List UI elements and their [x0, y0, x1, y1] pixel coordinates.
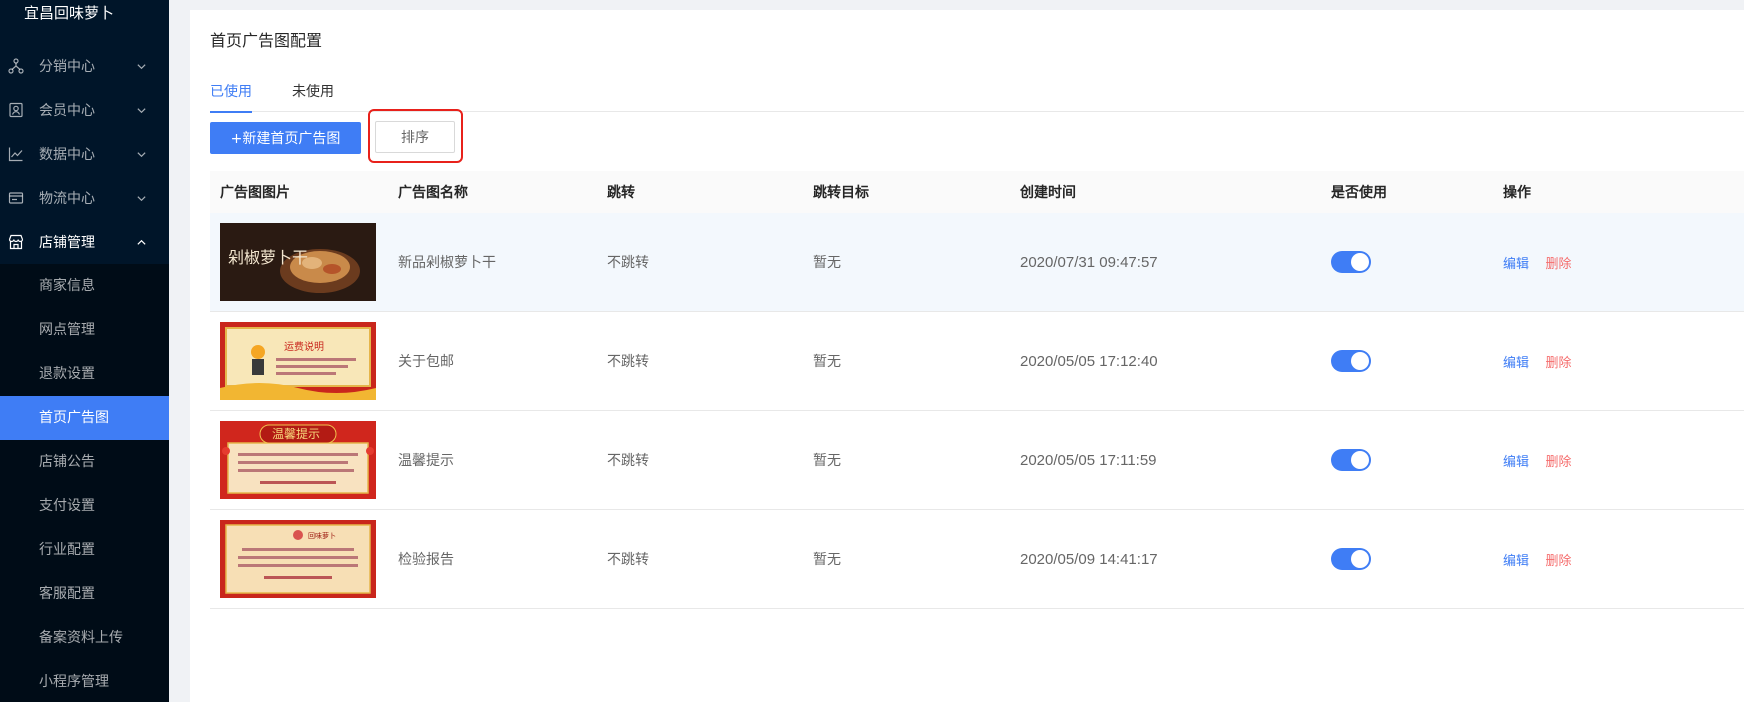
chevron-down-icon: [135, 148, 147, 160]
submenu-refund-settings[interactable]: 退款设置: [0, 352, 169, 396]
tab-not-in-use[interactable]: 未使用: [292, 72, 334, 112]
table-row: 剁椒萝卜干 新品剁椒萝卜干 不跳转 暂无 2020/07/31 09:47:57…: [210, 213, 1744, 312]
tab-in-use[interactable]: 已使用: [210, 72, 252, 113]
menu-member-center[interactable]: 会员中心: [0, 88, 169, 132]
target-value: 暂无: [813, 255, 841, 271]
jump-value: 不跳转: [607, 552, 649, 568]
chevron-down-icon: [135, 60, 147, 72]
header-jump: 跳转: [607, 185, 635, 201]
created-time: 2020/05/05 17:12:40: [1020, 352, 1158, 370]
created-time: 2020/05/09 14:41:17: [1020, 550, 1158, 568]
header-name: 广告图名称: [398, 185, 468, 201]
chevron-up-icon: [135, 236, 147, 248]
sort-button[interactable]: 排序: [375, 121, 455, 153]
thumbnail-text: 运费说明: [284, 340, 324, 353]
thumbnail-text: 温馨提示: [272, 426, 320, 441]
shop-submenu: 商家信息 网点管理 退款设置 首页广告图 店铺公告 支付设置 行业配置 客服配置…: [0, 264, 169, 702]
menu-logistics-center[interactable]: 物流中心: [0, 176, 169, 220]
delete-link[interactable]: 删除: [1545, 356, 1571, 371]
header-image: 广告图图片: [220, 185, 290, 201]
enabled-toggle[interactable]: [1331, 449, 1371, 471]
new-banner-button[interactable]: +新建首页广告图: [210, 122, 361, 154]
distribution-icon: [7, 57, 25, 75]
edit-link[interactable]: 编辑: [1503, 257, 1529, 272]
menu-label: 会员中心: [39, 103, 95, 119]
delete-link[interactable]: 删除: [1545, 554, 1571, 569]
edit-link[interactable]: 编辑: [1503, 356, 1529, 371]
banner-table: 广告图图片 广告图名称 跳转 跳转目标 创建时间 是否使用 操作 剁椒萝卜干 新…: [210, 171, 1744, 609]
submenu-payment-settings[interactable]: 支付设置: [0, 484, 169, 528]
created-time: 2020/07/31 09:47:57: [1020, 253, 1158, 271]
chevron-down-icon: [135, 192, 147, 204]
delete-link[interactable]: 删除: [1545, 257, 1571, 272]
member-icon: [7, 101, 25, 119]
jump-value: 不跳转: [607, 354, 649, 370]
banner-thumbnail: 回味萝卜: [220, 520, 376, 598]
submenu-outlet-management[interactable]: 网点管理: [0, 308, 169, 352]
shop-icon: [7, 233, 25, 251]
menu-label: 物流中心: [39, 191, 95, 207]
banner-name: 关于包邮: [398, 354, 454, 370]
table-row: 运费说明 关于包邮 不跳转 暂无 2020/05/05 17:12:40 编辑 …: [210, 312, 1744, 411]
submenu-customer-service[interactable]: 客服配置: [0, 572, 169, 616]
table-row: 回味萝卜 检验报告 不跳转 暂无 2020/05/09 14:41:17 编辑 …: [210, 510, 1744, 609]
chevron-down-icon: [135, 104, 147, 116]
enabled-toggle[interactable]: [1331, 251, 1371, 273]
page-title: 首页广告图配置: [210, 31, 323, 50]
submenu-merchant-info[interactable]: 商家信息: [0, 264, 169, 308]
brand-name: 宜昌回味萝卜: [24, 4, 115, 22]
enabled-toggle[interactable]: [1331, 350, 1371, 372]
menu-label: 数据中心: [39, 147, 95, 163]
header-target: 跳转目标: [813, 185, 869, 201]
submenu-shop-notice[interactable]: 店铺公告: [0, 440, 169, 484]
thumbnail-text: 剁椒萝卜干: [228, 248, 308, 267]
header-created: 创建时间: [1020, 185, 1076, 201]
logistics-icon: [7, 189, 25, 207]
jump-value: 不跳转: [607, 255, 649, 271]
submenu-home-banner[interactable]: 首页广告图: [0, 396, 169, 440]
banner-thumbnail: 剁椒萝卜干: [220, 223, 376, 301]
menu-label: 分销中心: [39, 59, 95, 75]
header-enabled: 是否使用: [1331, 185, 1387, 201]
table-row: 温馨提示 温馨提示 不跳转 暂无 2020/05/05 17:11:59 编辑 …: [210, 411, 1744, 510]
header-actions: 操作: [1503, 185, 1531, 201]
main-panel: 首页广告图配置 已使用 未使用 +新建首页广告图 排序 广告图图片 广告图名称 …: [190, 10, 1744, 702]
created-time: 2020/05/05 17:11:59: [1020, 451, 1157, 469]
submenu-industry-config[interactable]: 行业配置: [0, 528, 169, 572]
chart-icon: [7, 145, 25, 163]
banner-name: 温馨提示: [398, 453, 454, 469]
target-value: 暂无: [813, 453, 841, 469]
edit-link[interactable]: 编辑: [1503, 455, 1529, 470]
edit-link[interactable]: 编辑: [1503, 554, 1529, 569]
enabled-toggle[interactable]: [1331, 548, 1371, 570]
banner-thumbnail: 温馨提示: [220, 421, 376, 499]
banner-name: 新品剁椒萝卜干: [398, 255, 496, 271]
delete-link[interactable]: 删除: [1545, 455, 1571, 470]
submenu-filing-upload[interactable]: 备案资料上传: [0, 616, 169, 660]
thumbnail-text: 回味萝卜: [308, 531, 336, 540]
target-value: 暂无: [813, 552, 841, 568]
table-header: 广告图图片 广告图名称 跳转 跳转目标 创建时间 是否使用 操作: [210, 171, 1744, 213]
menu-data-center[interactable]: 数据中心: [0, 132, 169, 176]
target-value: 暂无: [813, 354, 841, 370]
banner-thumbnail: 运费说明: [220, 322, 376, 400]
menu-shop-management[interactable]: 店铺管理: [0, 220, 169, 264]
submenu-miniprogram[interactable]: 小程序管理: [0, 660, 169, 702]
tab-bar: 已使用 未使用: [210, 72, 1744, 113]
jump-value: 不跳转: [607, 453, 649, 469]
menu-distribution-center[interactable]: 分销中心: [0, 44, 169, 88]
menu-label: 店铺管理: [39, 235, 95, 251]
banner-name: 检验报告: [398, 552, 454, 568]
sidebar: 宜昌回味萝卜 分销中心 会员中心 数据中心 物流中心 店铺管理 商家信息 网点管…: [0, 0, 169, 702]
